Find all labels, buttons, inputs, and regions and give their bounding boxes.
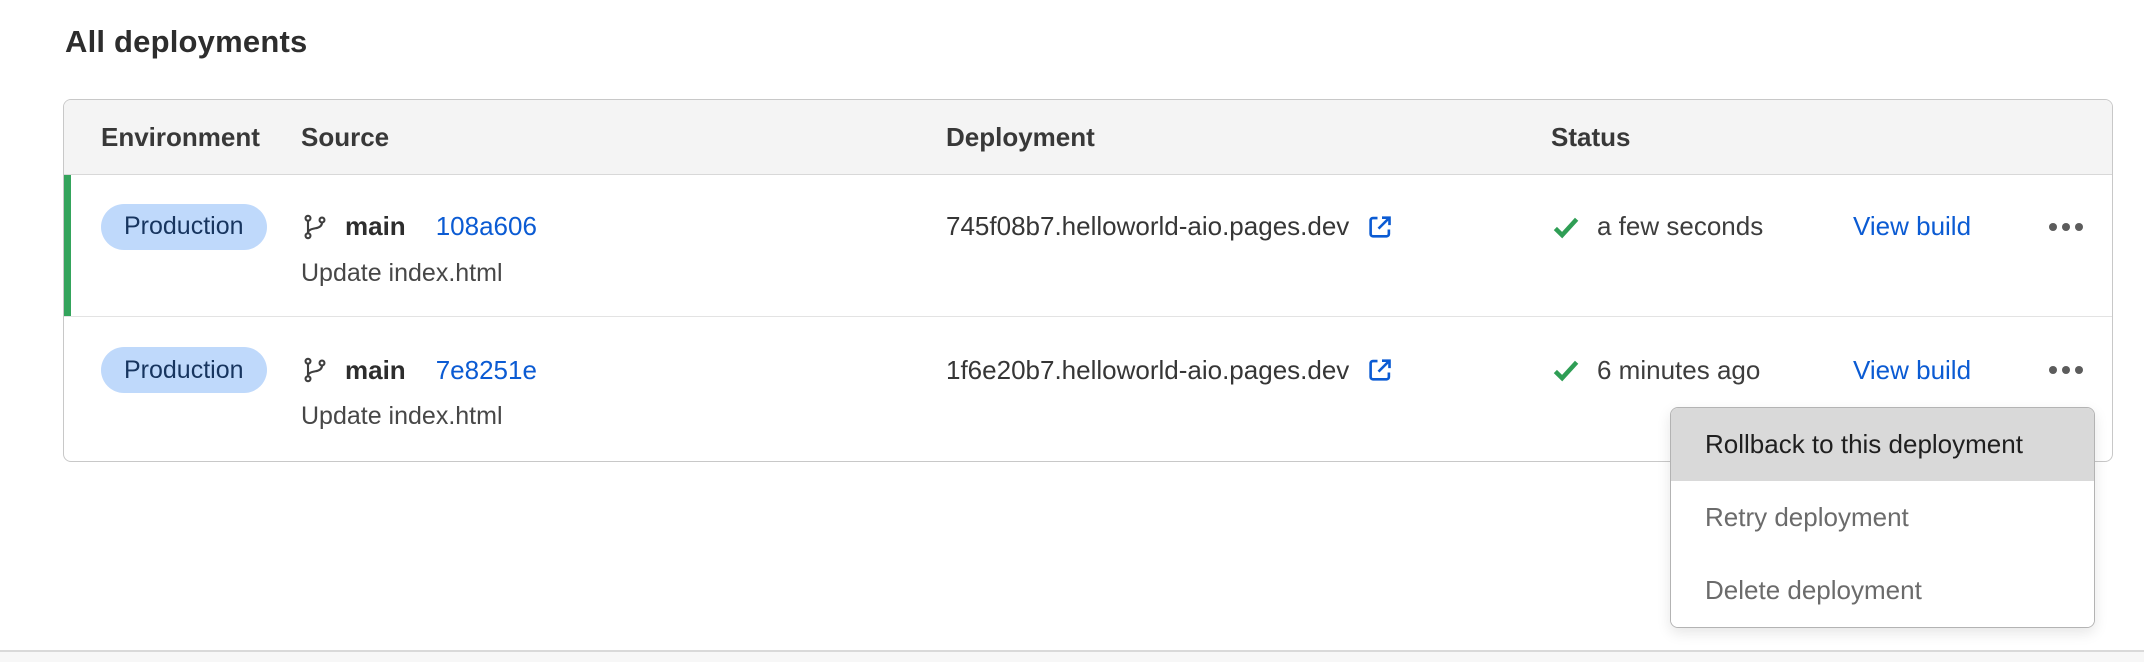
more-options-button[interactable] bbox=[2043, 213, 2089, 241]
environment-badge: Production bbox=[101, 204, 267, 250]
deployment-cell: 1f6e20b7.helloworld-aio.pages.dev bbox=[946, 347, 1551, 393]
source-cell: main 108a606 Update index.html bbox=[301, 204, 946, 288]
row-actions-cell bbox=[2043, 347, 2112, 393]
view-build-link[interactable]: View build bbox=[1853, 355, 1971, 386]
git-branch-icon bbox=[301, 356, 329, 384]
row-actions-cell bbox=[2043, 204, 2112, 250]
check-icon bbox=[1551, 212, 1581, 242]
page-title: All deployments bbox=[65, 24, 307, 60]
ellipsis-icon bbox=[2049, 366, 2057, 374]
environment-cell: Production bbox=[101, 204, 301, 288]
source-cell: main 7e8251e Update index.html bbox=[301, 347, 946, 431]
deployment-cell: 745f08b7.helloworld-aio.pages.dev bbox=[946, 204, 1551, 250]
page-bottom-divider bbox=[0, 650, 2144, 662]
header-deployment: Deployment bbox=[946, 122, 1551, 153]
table-header-row: Environment Source Deployment Status bbox=[64, 100, 2112, 175]
status-time: a few seconds bbox=[1597, 211, 1763, 242]
header-status: Status bbox=[1551, 122, 2112, 153]
external-link-icon[interactable] bbox=[1365, 355, 1395, 385]
view-build-link[interactable]: View build bbox=[1853, 211, 1971, 242]
menu-item-retry[interactable]: Retry deployment bbox=[1671, 481, 2094, 554]
view-build-cell: View build bbox=[1853, 204, 2043, 250]
menu-item-delete[interactable]: Delete deployment bbox=[1671, 554, 2094, 627]
deployments-page: All deployments Environment Source Deplo… bbox=[0, 0, 2144, 662]
ellipsis-icon bbox=[2049, 223, 2057, 231]
branch-name: main bbox=[345, 211, 406, 242]
branch-name: main bbox=[345, 355, 406, 386]
view-build-cell: View build bbox=[1853, 347, 2043, 393]
commit-link[interactable]: 7e8251e bbox=[436, 355, 537, 386]
commit-message: Update index.html bbox=[301, 259, 946, 288]
status-cell: a few seconds bbox=[1551, 204, 1853, 250]
table-row: Production main 108a606 Update index.htm… bbox=[64, 175, 2112, 317]
row-actions-menu: Rollback to this deployment Retry deploy… bbox=[1670, 407, 2095, 628]
deployment-url: 1f6e20b7.helloworld-aio.pages.dev bbox=[946, 355, 1349, 386]
status-time: 6 minutes ago bbox=[1597, 355, 1760, 386]
commit-message: Update index.html bbox=[301, 402, 946, 431]
external-link-icon[interactable] bbox=[1365, 212, 1395, 242]
commit-link[interactable]: 108a606 bbox=[436, 211, 537, 242]
deployment-url: 745f08b7.helloworld-aio.pages.dev bbox=[946, 211, 1349, 242]
header-environment: Environment bbox=[101, 122, 301, 153]
git-branch-icon bbox=[301, 213, 329, 241]
check-icon bbox=[1551, 355, 1581, 385]
status-cell: 6 minutes ago bbox=[1551, 347, 1853, 393]
header-source: Source bbox=[301, 122, 946, 153]
environment-badge: Production bbox=[101, 347, 267, 393]
environment-cell: Production bbox=[101, 347, 301, 431]
more-options-button[interactable] bbox=[2043, 356, 2089, 384]
menu-item-rollback[interactable]: Rollback to this deployment bbox=[1671, 408, 2094, 481]
